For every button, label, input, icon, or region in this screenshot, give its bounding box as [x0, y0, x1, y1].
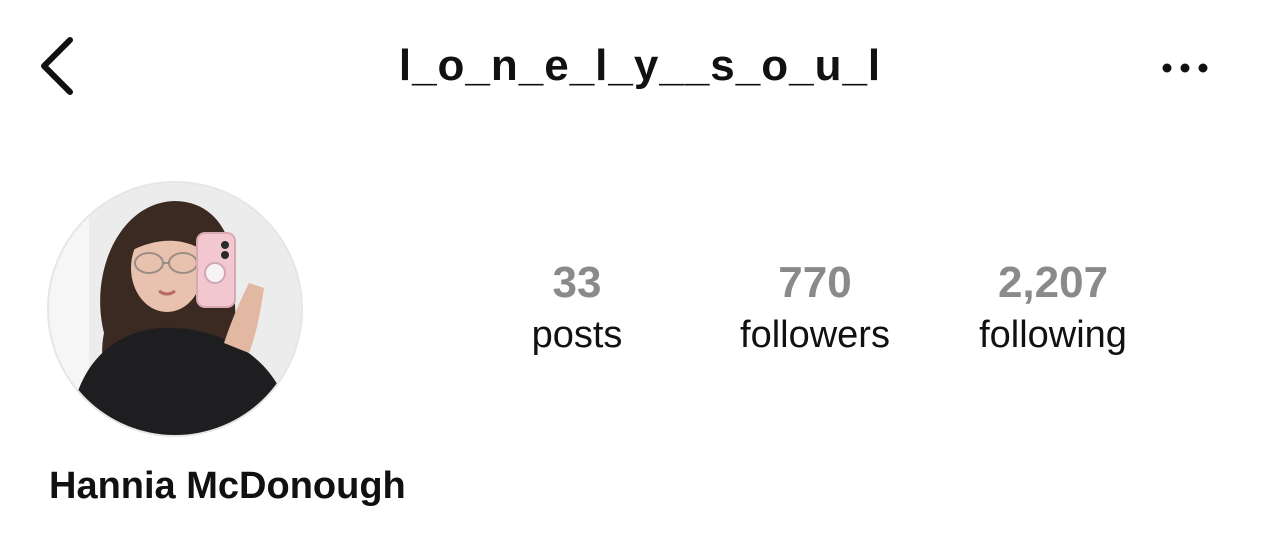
following-label: following [979, 314, 1127, 356]
more-options-button[interactable] [1150, 46, 1220, 90]
ellipsis-horizontal-icon [1162, 63, 1208, 73]
following-number: 2,207 [997, 258, 1109, 307]
posts-label: posts [531, 314, 623, 356]
posts-number: 33 [552, 258, 602, 307]
profile-username: l_o_n_e_l_y__s_o_u_l [398, 41, 882, 90]
profile-photo [49, 183, 301, 435]
followers-label: followers [740, 314, 890, 356]
followers-number: 770 [778, 258, 852, 307]
profile-header: l_o_n_e_l_y__s_o_u_l [0, 0, 1280, 140]
profile-display-name: Hannia McDonough [49, 465, 406, 507]
posts-count[interactable]: 33 posts [457, 256, 697, 360]
followers-count[interactable]: 770 followers [695, 256, 935, 360]
following-count[interactable]: 2,207 following [933, 256, 1173, 360]
profile-avatar[interactable] [47, 181, 303, 437]
